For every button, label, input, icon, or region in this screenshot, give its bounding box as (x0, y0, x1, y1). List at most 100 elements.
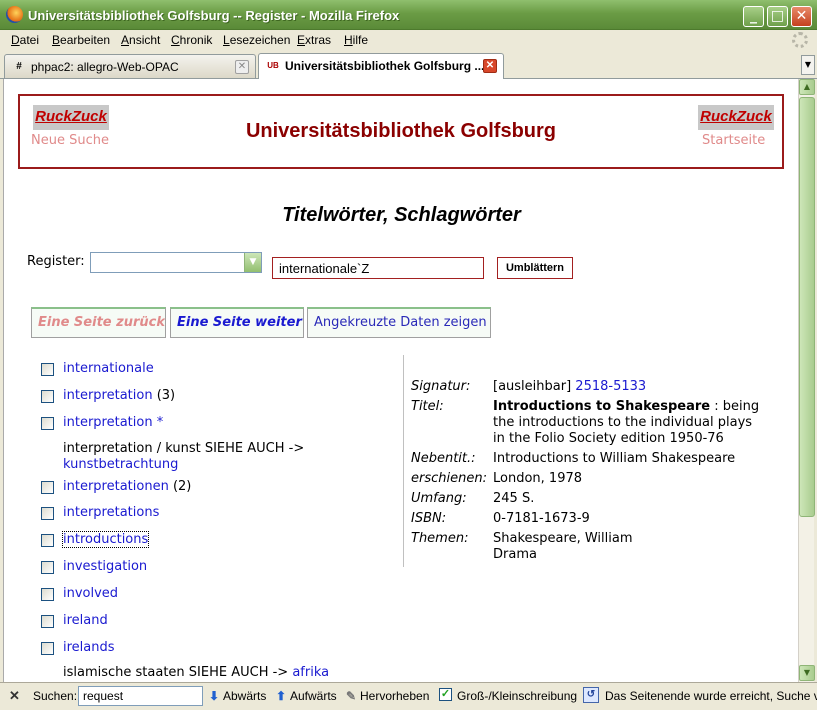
entry-count: (2) (172, 479, 192, 494)
find-previous-button[interactable]: ⬆ Aufwärts (275, 689, 337, 703)
entry-checkbox[interactable] (41, 561, 54, 574)
titel-main: Introductions to Shakespeare (493, 399, 711, 414)
entry-link[interactable]: interpretation (63, 388, 153, 403)
isbn-label: ISBN: (411, 511, 447, 526)
register-search-input[interactable] (272, 257, 484, 279)
webopac-icon: # (16, 61, 22, 72)
home-link[interactable]: Startseite (702, 133, 765, 148)
tab-label: phpac2: allegro-Web-OPAC (31, 60, 179, 74)
topic: Shakespeare, William (493, 531, 633, 546)
register-select[interactable]: ▼ (90, 252, 262, 273)
maximize-button[interactable]: □ (767, 6, 788, 27)
entry-link[interactable]: irelands (63, 640, 115, 655)
see-also-link[interactable]: afrika (292, 665, 329, 680)
umfang-label: Umfang: (411, 491, 467, 506)
entry-link[interactable]: introductions (61, 531, 150, 548)
throbber-icon (792, 32, 808, 48)
ruckzuck-logo-right[interactable]: RuckZuck (698, 105, 774, 130)
entry-checkbox[interactable] (41, 507, 54, 520)
ub-icon: UB (267, 61, 279, 70)
entry-count[interactable]: * (157, 415, 164, 430)
entry-link[interactable]: interpretationen (63, 479, 169, 494)
entry-checkbox[interactable] (41, 417, 54, 430)
erschienen-label: erschienen: (411, 471, 487, 486)
entry-link[interactable]: internationale (63, 361, 154, 376)
signatur-link[interactable]: 2518-5133 (575, 379, 646, 394)
entry-checkbox[interactable] (41, 534, 54, 547)
match-case-label: Groß-/Kleinschreibung (457, 689, 578, 703)
tab-list-chevron-down-icon[interactable]: ▼ (801, 55, 815, 75)
scroll-up-icon[interactable]: ▲ (799, 79, 815, 95)
tab-ub-golfsburg[interactable]: UB Universitätsbibliothek Golfsburg ... … (258, 53, 504, 79)
titel-label: Titel: (411, 399, 444, 414)
page-content: RuckZuck Neue Suche Universitätsbiblioth… (3, 79, 798, 682)
entry-count: (3) (156, 388, 176, 403)
close-window-button[interactable]: ✕ (791, 6, 812, 27)
vertical-scrollbar[interactable]: ▲ ▼ (798, 79, 815, 682)
next-page-button[interactable]: Eine Seite weiter (170, 307, 304, 338)
menu-datei[interactable]: Datei (11, 33, 39, 47)
browse-button[interactable]: Umblättern (497, 257, 573, 279)
firefox-icon (6, 6, 23, 23)
arrow-up-icon: ⬆ (275, 689, 287, 703)
close-findbar-icon[interactable]: ✕ (9, 688, 20, 704)
erschienen-value: London, 1978 (493, 471, 583, 486)
menu-hilfe[interactable]: Hilfe (344, 33, 368, 47)
see-also-entry: interpretation / kunst SIEHE AUCH -> kun… (63, 441, 304, 473)
entry-checkbox[interactable] (41, 390, 54, 403)
find-status: Das Seitenende wurde erreicht, Suche vom (605, 689, 817, 703)
arrow-down-icon: ⬇ (208, 689, 220, 703)
find-next-button[interactable]: ⬇ Abwärts (208, 689, 266, 703)
register-label: Register: (27, 254, 85, 269)
scroll-down-icon[interactable]: ▼ (799, 665, 815, 681)
menubar: Datei Bearbeiten Ansicht Chronik Lesezei… (0, 30, 817, 51)
entry-checkbox[interactable] (41, 588, 54, 601)
highlight-button[interactable]: ✎ Hervorheben (345, 689, 429, 703)
signatur-label: Signatur: (411, 379, 471, 394)
menu-extras[interactable]: Extras (297, 33, 331, 47)
previous-page-button[interactable]: Eine Seite zurück (31, 307, 166, 338)
see-also-link[interactable]: kunstbetrachtung (63, 457, 178, 472)
show-checked-button[interactable]: Angekreuzte Daten zeigen (307, 307, 491, 338)
menu-ansicht[interactable]: Ansicht (121, 33, 160, 47)
chevron-down-icon[interactable]: ▼ (244, 253, 261, 272)
isbn-value: 0-7181-1673-9 (493, 511, 590, 526)
page-subtitle: Titelwörter, Schlagwörter (282, 204, 521, 226)
entry-link[interactable]: interpretations (63, 505, 159, 520)
library-title: Universitätsbibliothek Golfsburg (245, 120, 557, 142)
titel-value: Introductions to Shakespeare : being the… (493, 399, 768, 447)
find-input[interactable] (78, 686, 203, 706)
close-tab-icon[interactable]: ✕ (483, 59, 497, 73)
availability-status: [ausleihbar] (493, 379, 572, 394)
scrollbar-thumb[interactable] (799, 97, 815, 517)
entry-checkbox[interactable] (41, 481, 54, 494)
entry-checkbox[interactable] (41, 642, 54, 655)
signatur-value: [ausleihbar] 2518-5133 (493, 379, 768, 395)
minimize-button[interactable]: _ (743, 6, 764, 27)
topic: Drama (493, 547, 537, 562)
entry-link[interactable]: investigation (63, 559, 147, 574)
entry-checkbox[interactable] (41, 363, 54, 376)
match-case-checkbox[interactable]: ✓ (439, 688, 452, 701)
close-tab-icon[interactable]: ✕ (235, 60, 249, 74)
themen-value: Shakespeare, William Drama (493, 531, 768, 563)
tab-label: Universitätsbibliothek Golfsburg ... (285, 59, 485, 73)
nebentit-value: Introductions to William Shakespeare (493, 451, 736, 466)
entry-link[interactable]: interpretation (63, 415, 153, 430)
tab-webopac[interactable]: # phpac2: allegro-Web-OPAC ✕ (4, 54, 256, 78)
find-label: Suchen: (33, 689, 78, 703)
column-divider (403, 355, 404, 567)
umfang-value: 245 S. (493, 491, 535, 506)
entry-checkbox[interactable] (41, 615, 54, 628)
menu-chronik[interactable]: Chronik (171, 33, 212, 47)
entry-link[interactable]: involved (63, 586, 118, 601)
window-title: Universitätsbibliothek Golfsburg -- Regi… (28, 8, 400, 23)
wrap-around-icon: ↺ (583, 687, 599, 703)
menu-bearbeiten[interactable]: Bearbeiten (52, 33, 110, 47)
see-also-text: islamische staaten SIEHE AUCH -> (63, 665, 289, 680)
menu-lesezeichen[interactable]: Lesezeichen (223, 33, 290, 47)
entry-link[interactable]: ireland (63, 613, 108, 628)
find-bar: ✕ Suchen: ⬇Abwärts ⬆Aufwärts ✎Hervorhebe… (0, 682, 817, 710)
window-titlebar: Universitätsbibliothek Golfsburg -- Regi… (0, 0, 817, 30)
tab-bar: # phpac2: allegro-Web-OPAC ✕ UB Universi… (0, 51, 817, 79)
